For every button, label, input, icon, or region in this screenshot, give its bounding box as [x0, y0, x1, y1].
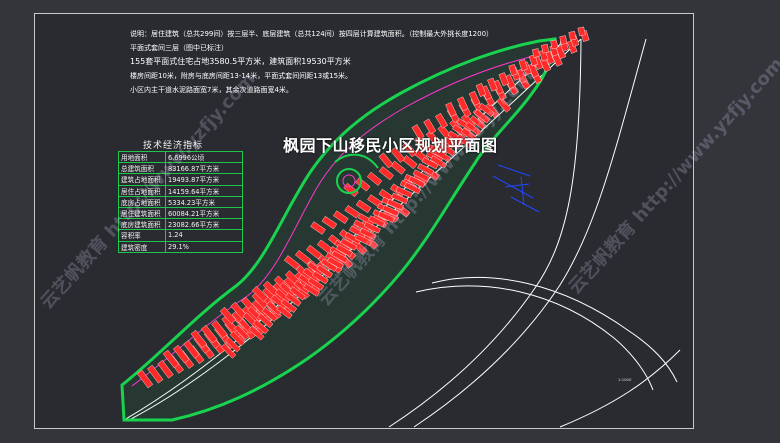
plan-title: 枫园下山移民小区规划平面图: [283, 136, 498, 155]
note-line-1: 说明：居住建筑（总共299间）按三层半、底层建筑（总共124间）按四层计算建筑面…: [130, 30, 494, 38]
table-row: 用地面积 6.6996公顷: [118, 150, 243, 164]
table-row: 底房占地面积 5334.23平方米: [118, 195, 243, 208]
table-label: 用地面积: [118, 150, 166, 164]
table-row: 建筑占地面积 19493.87平方米: [118, 173, 243, 186]
table-label: 建筑密度: [118, 240, 166, 253]
blue-traffic-marks: [492, 164, 540, 213]
table-label: 底房占地面积: [118, 195, 166, 208]
table-row: 居住建筑面积 60084.21平方米: [118, 206, 243, 220]
table-value: 23082.66平方米: [165, 218, 243, 231]
technical-index-title: 技术经济指标: [143, 141, 204, 151]
table-row: 底房建筑面积 23082.66平方米: [118, 218, 243, 231]
design-notes: 说明：居住建筑（总共299间）按三层半、底层建筑（总共124间）按四层计算建筑面…: [130, 27, 494, 97]
curved-road-inner: [415, 285, 654, 391]
note-line-3: 155套平面式住宅占地3580.5平方米，建筑面积19530平方米: [130, 57, 351, 66]
note-line-2: 平面式套间三层（图中已标注）: [130, 44, 228, 52]
table-row: 建筑密度 29.1%: [118, 240, 243, 253]
residential-building: [577, 26, 586, 37]
technical-index-table: 用地面积 6.6996公顷 总建筑面积 83166.87平方米 建筑占地面积 1949…: [118, 150, 243, 253]
table-label: 居住建筑面积: [118, 206, 166, 220]
table-value: 19493.87平方米: [165, 173, 243, 186]
table-row: 居住占地面积 14159.64平方米: [118, 184, 243, 197]
table-value: 6.6996公顷: [165, 150, 243, 164]
table-value: 14159.64平方米: [165, 184, 243, 197]
table-row: 总建筑面积 83166.87平方米: [118, 162, 243, 175]
scale-label: 1:1000: [618, 377, 632, 382]
note-line-5: 小区内主干道水泥路面宽7米，其余次道路面宽4米。: [130, 86, 293, 94]
south-road: [559, 349, 681, 428]
table-label: 总建筑面积: [118, 162, 166, 175]
residential-building: [568, 30, 577, 41]
table-value: 1.24: [165, 229, 243, 242]
table-value: 60084.21平方米: [165, 206, 243, 220]
table-value: 29.1%: [165, 240, 243, 253]
note-line-4: 楼房间距10米，附房与底房间距13-14米，平面式套间间距13或15米。: [130, 72, 353, 80]
table-label: 居住占地面积: [118, 184, 166, 197]
table-label: 容积率: [118, 229, 166, 242]
table-value: 5334.23平方米: [165, 195, 243, 208]
table-value: 83166.87平方米: [165, 162, 243, 175]
cad-screenshot: 说明：居住建筑（总共299间）按三层半、底层建筑（总共124间）按四层计算建筑面…: [0, 0, 780, 443]
table-label: 建筑占地面积: [118, 173, 166, 186]
table-label: 底房建筑面积: [118, 218, 166, 231]
table-row: 容积率 1.24: [118, 229, 243, 242]
